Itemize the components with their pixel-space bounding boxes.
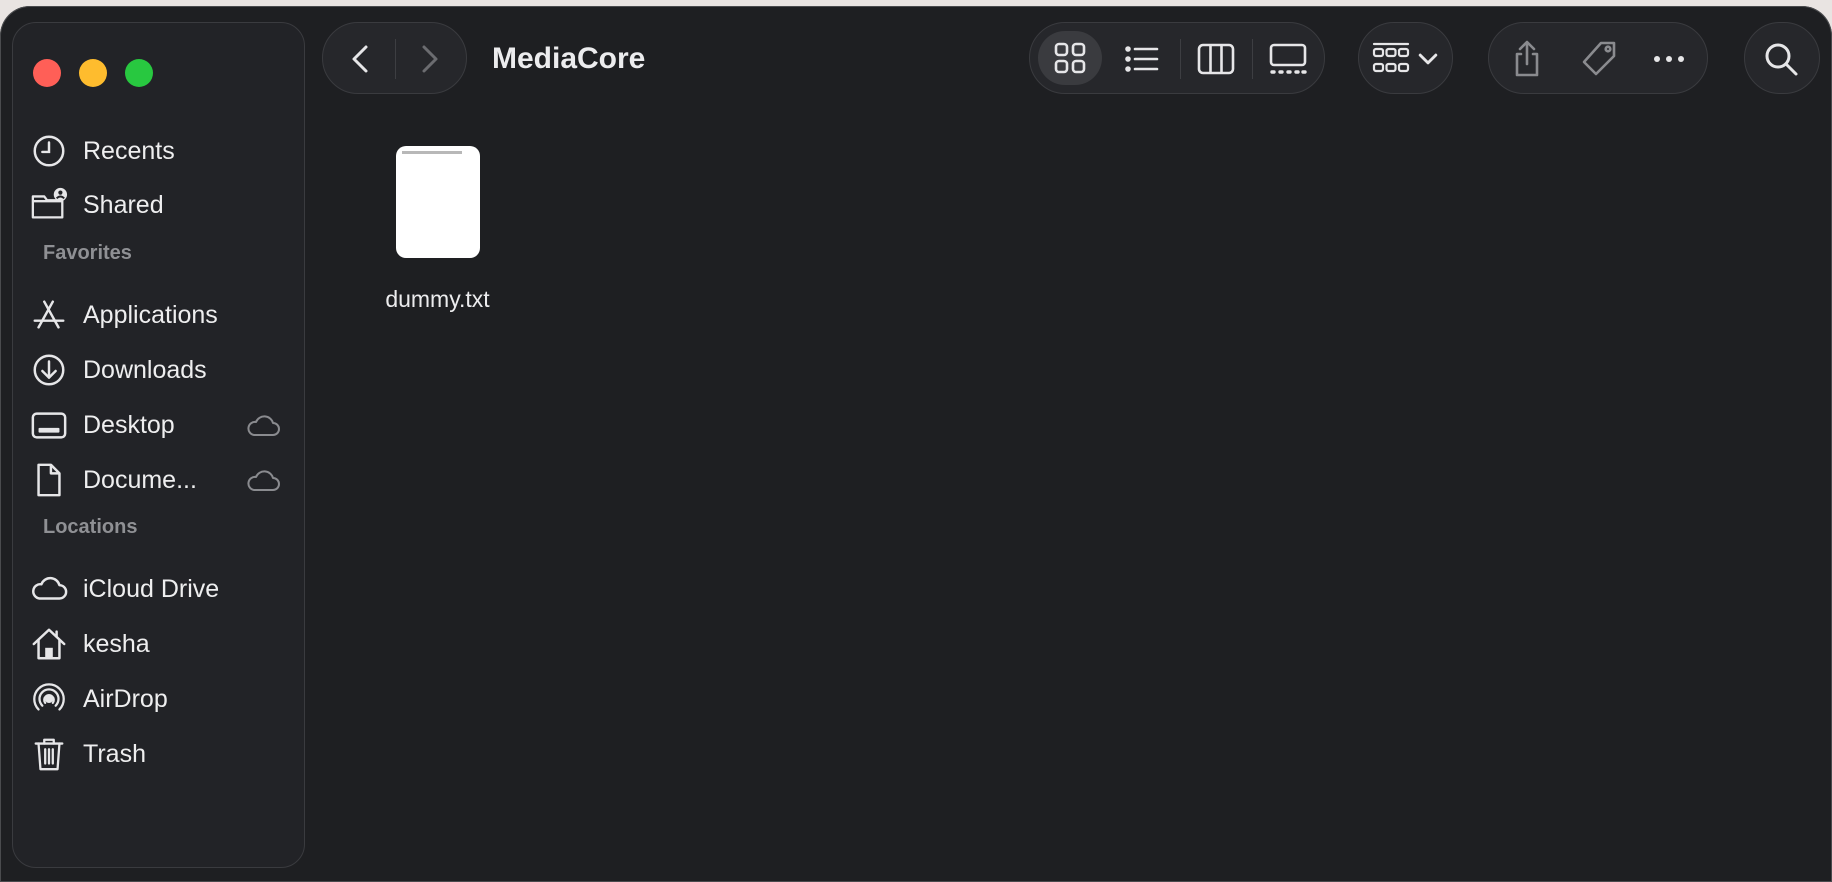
- clock-icon: [27, 131, 71, 171]
- download-circle-icon: [27, 350, 71, 390]
- sidebar-item-label: Shared: [83, 190, 164, 219]
- back-button[interactable]: [337, 37, 387, 81]
- sidebar-item-home[interactable]: kesha: [27, 619, 291, 669]
- sidebar-item-label: iCloud Drive: [83, 574, 220, 603]
- desktop-icon: [27, 405, 71, 445]
- columns-icon: [1197, 43, 1235, 75]
- tag-icon: [1582, 41, 1616, 76]
- sidebar-item-trash[interactable]: Trash: [27, 729, 291, 779]
- document-icon: [27, 460, 71, 500]
- thumbnail-text-preview: [402, 151, 462, 154]
- file-item[interactable]: dummy.txt: [370, 146, 505, 316]
- group-by-menu[interactable]: [1358, 22, 1453, 94]
- share-button[interactable]: [1497, 35, 1557, 83]
- text-file-thumbnail: [396, 146, 480, 258]
- shared-folder-icon: [27, 185, 71, 225]
- minimize-button[interactable]: [79, 59, 107, 87]
- more-button[interactable]: [1639, 35, 1699, 83]
- icon-view-button[interactable]: [1038, 31, 1102, 85]
- divider: [1180, 39, 1181, 79]
- search-button[interactable]: [1744, 22, 1820, 94]
- home-icon: [27, 624, 71, 664]
- icloud-status-icon: [247, 470, 280, 491]
- gallery-icon: [1269, 43, 1307, 74]
- sidebar-item-label: Desktop: [83, 410, 175, 439]
- column-view-button[interactable]: [1186, 33, 1246, 85]
- sidebar-item-label: kesha: [83, 629, 150, 658]
- icloud-status-icon: [247, 415, 280, 436]
- sidebar-item-icloud-drive[interactable]: iCloud Drive: [27, 564, 291, 614]
- sidebar-item-applications[interactable]: Applications: [27, 290, 291, 340]
- finder-window: Recents Shared Favorites Applications Do…: [0, 6, 1832, 882]
- view-mode-group: [1029, 22, 1325, 94]
- sidebar-item-recents[interactable]: Recents: [27, 126, 291, 176]
- trash-icon: [27, 734, 71, 774]
- sidebar-item-label: Recents: [83, 136, 175, 165]
- cloud-icon: [27, 569, 71, 609]
- navigation-group: [322, 22, 467, 94]
- divider: [395, 39, 396, 79]
- list-view-button[interactable]: [1112, 33, 1172, 85]
- sidebar-item-airdrop[interactable]: AirDrop: [27, 674, 291, 724]
- locations-header: Locations: [43, 516, 138, 538]
- sidebar-item-downloads[interactable]: Downloads: [27, 345, 291, 395]
- airdrop-icon: [27, 679, 71, 719]
- ellipsis-icon: [1654, 56, 1684, 62]
- sidebar-item-label: AirDrop: [83, 684, 168, 713]
- tag-button[interactable]: [1569, 35, 1629, 83]
- grouped-grid-icon: [1372, 42, 1410, 73]
- close-button[interactable]: [33, 59, 61, 87]
- applications-icon: [27, 295, 71, 335]
- zoom-button[interactable]: [125, 59, 153, 87]
- sidebar-item-label: Downloads: [83, 355, 207, 384]
- sidebar-item-label: Docume...: [83, 465, 197, 494]
- actions-group: [1488, 22, 1708, 94]
- list-icon: [1125, 46, 1159, 72]
- search-icon: [1759, 37, 1803, 81]
- forward-button[interactable]: [403, 37, 453, 81]
- file-name: dummy.txt: [385, 286, 490, 312]
- sidebar-item-label: Trash: [83, 739, 146, 768]
- chevron-right-icon: [422, 45, 438, 73]
- sidebar-item-desktop[interactable]: Desktop: [27, 400, 291, 450]
- chevron-left-icon: [352, 45, 368, 73]
- sidebar-item-shared[interactable]: Shared: [27, 180, 291, 230]
- group-by-button: [1369, 37, 1413, 81]
- favorites-header: Favorites: [43, 242, 132, 264]
- share-icon: [1515, 40, 1539, 77]
- grid-icon: [1054, 42, 1086, 74]
- window-title: MediaCore: [492, 42, 646, 75]
- sidebar: Recents Shared Favorites Applications Do…: [12, 22, 305, 868]
- sidebar-item-documents[interactable]: Docume...: [27, 455, 291, 505]
- sidebar-item-label: Applications: [83, 300, 218, 329]
- divider: [1252, 39, 1253, 79]
- chevron-down-icon: [1415, 45, 1441, 73]
- gallery-view-button[interactable]: [1258, 33, 1318, 85]
